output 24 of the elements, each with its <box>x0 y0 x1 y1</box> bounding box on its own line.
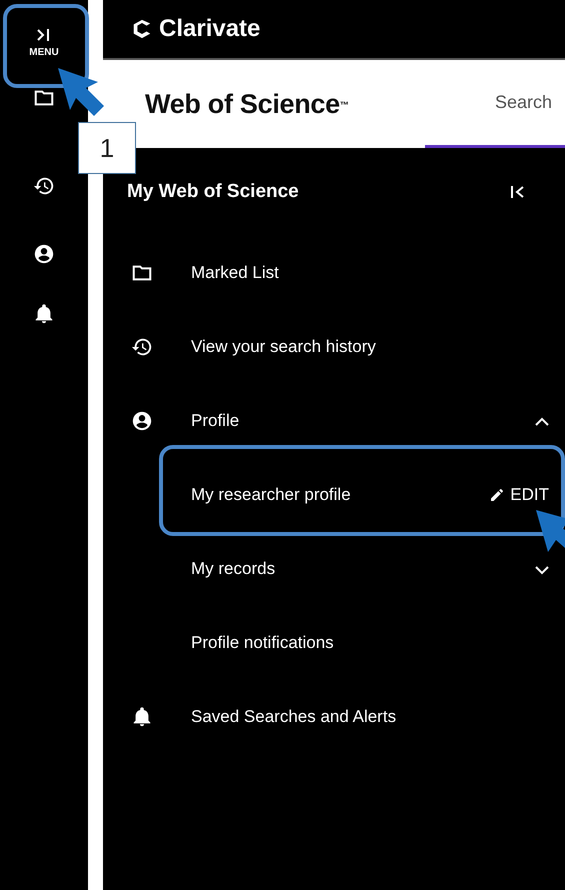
menu-item[interactable]: My records <box>191 556 535 582</box>
product-title: Web of Science$^{™}$ <box>144 88 349 121</box>
chevron-up-icon <box>535 416 549 427</box>
expand-icon <box>36 28 52 40</box>
chevron-down-icon <box>535 564 549 575</box>
menu-item[interactable]: View your search history <box>191 334 549 360</box>
bell-icon <box>131 706 153 728</box>
history-icon <box>131 336 153 358</box>
menu-item[interactable]: Marked List <box>191 260 549 286</box>
menu-item[interactable]: Profile <box>191 408 535 434</box>
panel-title: My Web of Science <box>127 180 299 204</box>
pointer-arrow <box>58 68 104 116</box>
account-icon <box>131 410 153 432</box>
menu-item[interactable]: Saved Searches and Alerts <box>191 704 549 730</box>
menu-item[interactable]: Profile notifications <box>191 630 549 656</box>
brand-name: Clarivate <box>159 14 260 44</box>
step-number: 1 <box>78 122 136 174</box>
account-icon[interactable] <box>33 242 55 265</box>
menu-item[interactable]: My researcher profile <box>191 482 490 508</box>
collapse-icon <box>511 186 525 198</box>
pointer-arrow <box>536 510 565 552</box>
logo-icon <box>131 17 153 41</box>
pencil-icon <box>489 487 506 503</box>
bell-icon[interactable] <box>33 302 55 325</box>
